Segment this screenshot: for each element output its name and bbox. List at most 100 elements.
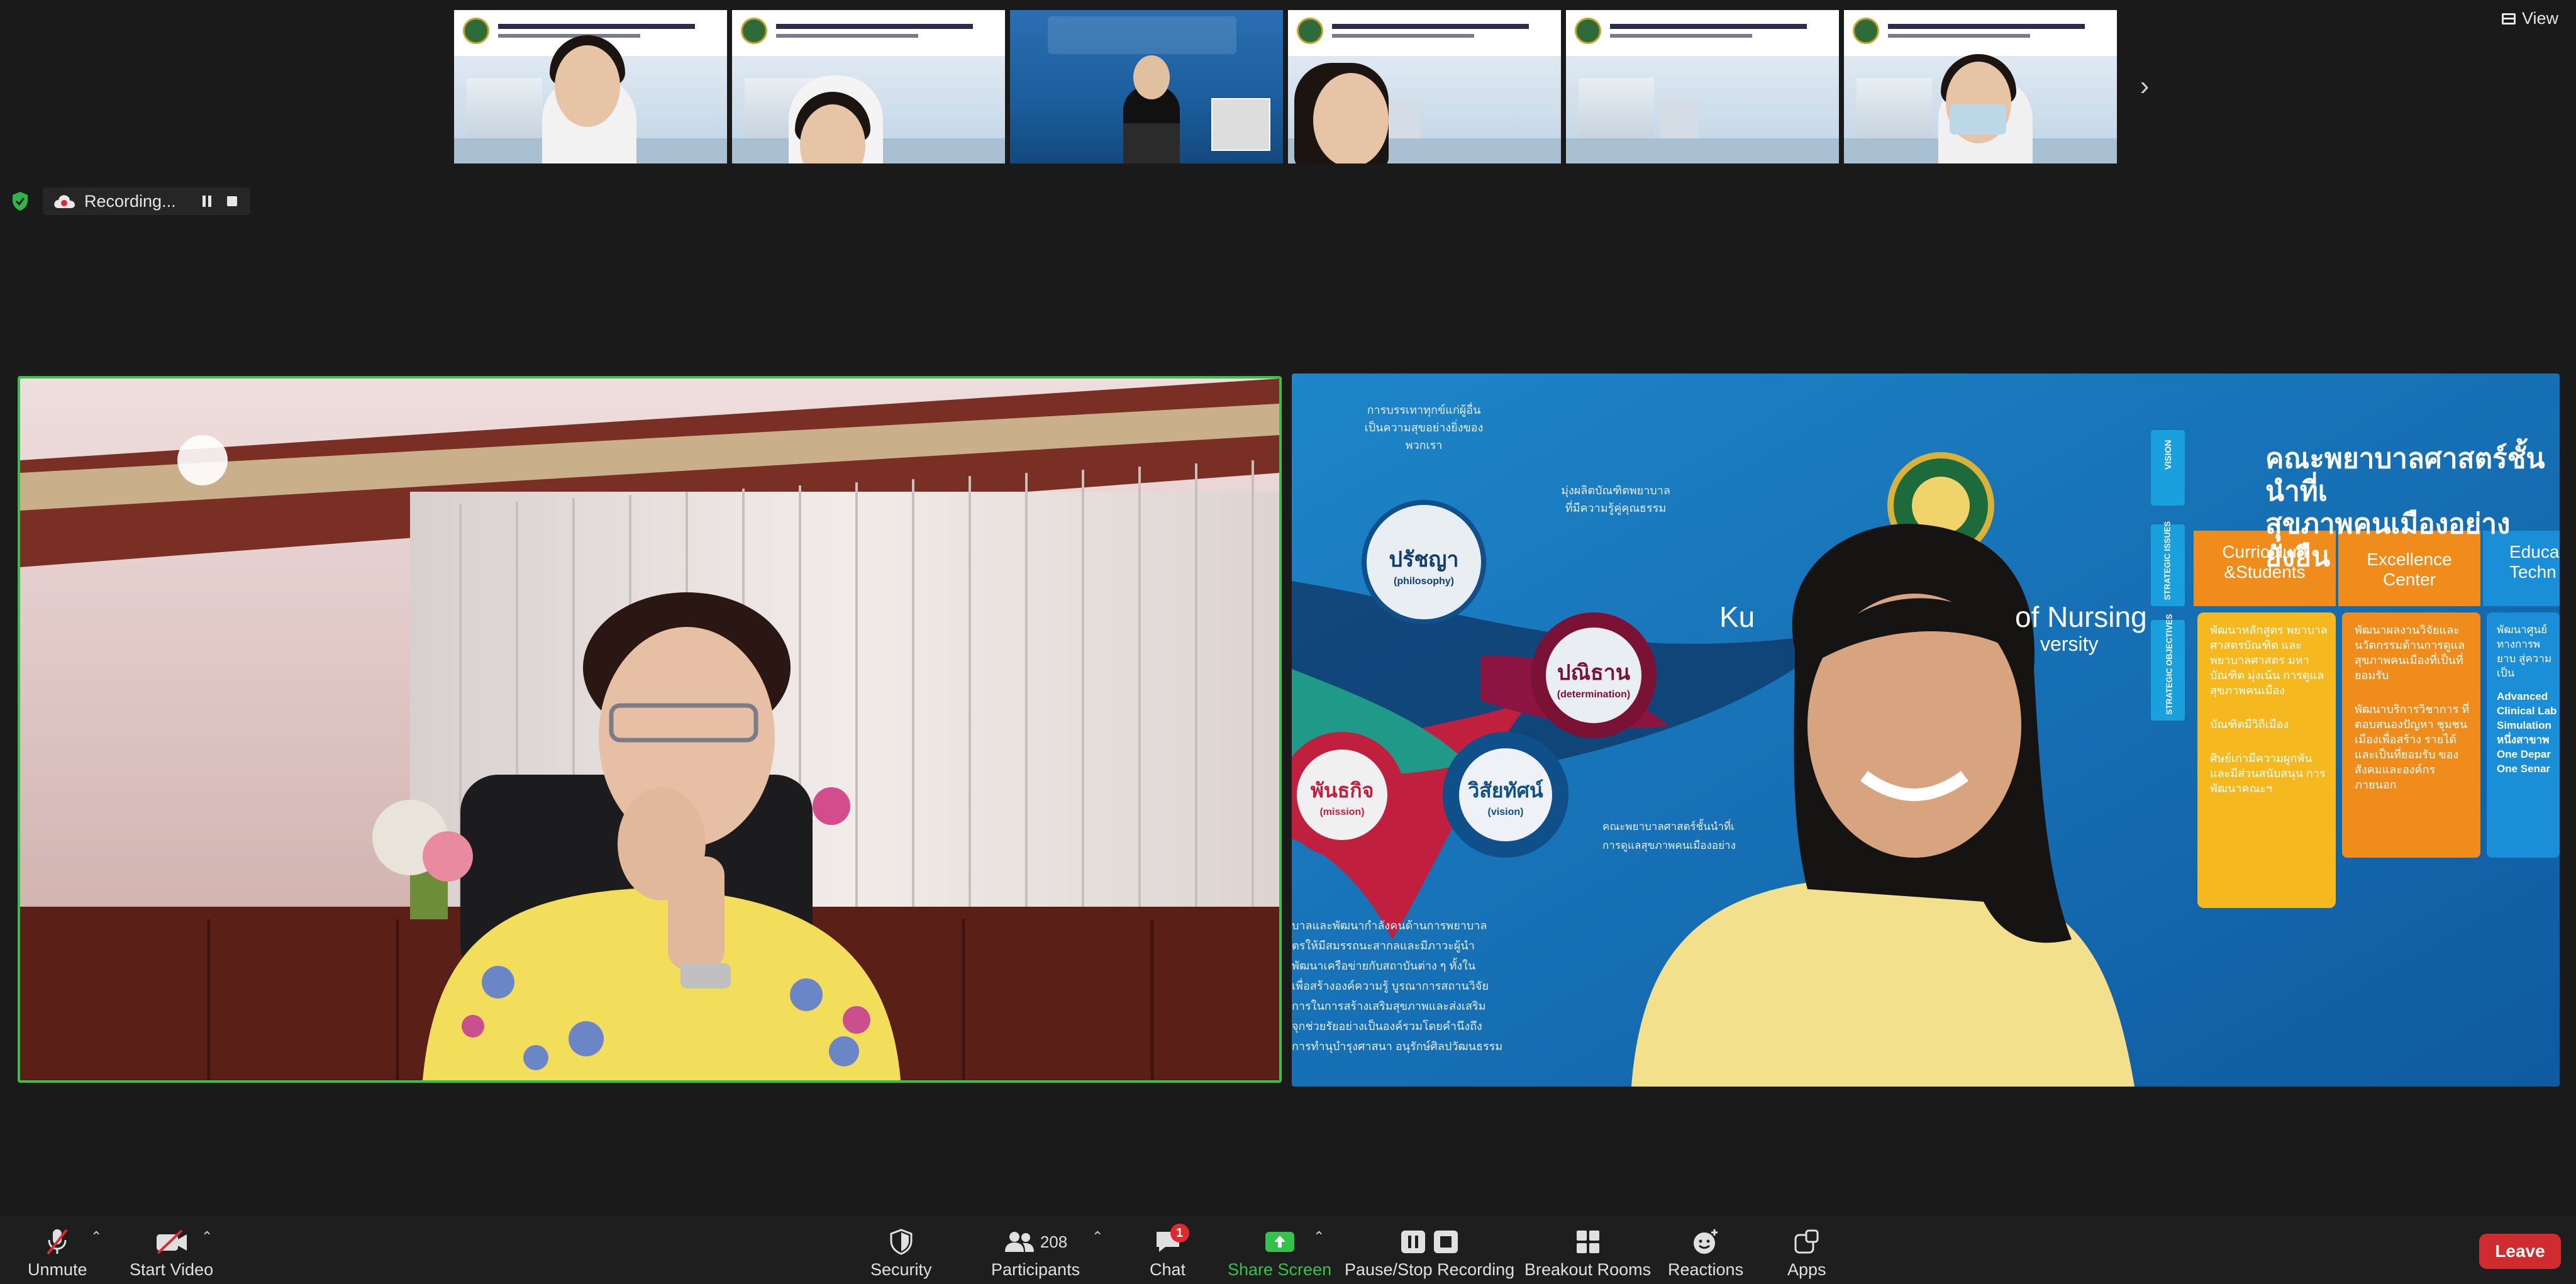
chat-button[interactable]: 1 Chat [1150, 1224, 1189, 1280]
slide-nursing-suffix: of Nursing [2015, 600, 2147, 633]
slide-circle-philosophy: ปรัชญา (philosophy) [1361, 542, 1487, 587]
active-speaker-video[interactable] [18, 376, 1282, 1083]
slide-vision-tab: VISION [2163, 440, 2173, 470]
circle-label-th: พันธกิจ [1310, 779, 1374, 802]
camera-off-icon [155, 1227, 188, 1256]
event-banner [1566, 10, 1839, 52]
security-button[interactable]: Security [870, 1227, 932, 1280]
view-grid-icon [2502, 13, 2516, 25]
breakout-rooms-button[interactable]: Breakout Rooms [1524, 1227, 1651, 1280]
circle-label-en: (philosophy) [1394, 576, 1454, 587]
poster [1211, 98, 1270, 151]
unmute-button[interactable]: Unmute [28, 1227, 87, 1280]
unmute-label: Unmute [28, 1260, 87, 1279]
participants-count: 208 [1040, 1232, 1068, 1251]
slide-mission-text: บาลและพัฒนากำลังคนด้านการพยาบาล ตรให้มีส… [1292, 916, 1506, 1056]
mission-line: การทำนุบำรุงศาสนา อนุรักษ์ศิลปวัฒนธรรม [1292, 1040, 1503, 1053]
mission-line: เพื่อสร้างองค์ความรู้ บูรณาการสถานวิจัย [1292, 980, 1489, 992]
caption-line: เป็นความสุขอย่างยิ่งของพวกเรา [1364, 421, 1484, 451]
circle-label-th: ปณิธาน [1557, 661, 1631, 685]
participant-thumbnail[interactable] [732, 10, 1005, 163]
participants-label: Participants [991, 1260, 1080, 1279]
apps-icon [1794, 1227, 1820, 1256]
audio-options-caret-icon[interactable]: ⌃ [91, 1230, 104, 1244]
participant-thumbnail[interactable] [1844, 10, 2117, 163]
stop-recording-icon[interactable] [224, 193, 240, 209]
pause-stop-recording-button[interactable]: Pause/Stop Recording [1345, 1227, 1514, 1280]
speaker-office-scene [20, 379, 1279, 1080]
strip-next-arrow-icon[interactable]: › [2132, 70, 2157, 102]
event-banner [1844, 10, 2117, 52]
slide-curriculum-item: บัณฑิตมีวิถีเมือง [2210, 718, 2289, 731]
pause-stop-recording-icons [1401, 1227, 1458, 1256]
circle-label-th: วิสัยทัศน์ [1468, 779, 1543, 802]
slide-nursing-prefix: Ku [1719, 600, 1755, 633]
city-backdrop [467, 78, 542, 138]
circle-label-en: (mission) [1319, 807, 1365, 817]
participant-thumbnail[interactable] [1566, 10, 1839, 163]
slide-caption-philosophy: การบรรเทาทุกข์แก่ผู้อื่น เป็นความสุขอย่า… [1355, 401, 1493, 454]
slide-column-curriculum: Curriculum &Students [2222, 542, 2307, 582]
stop-icon [1434, 1231, 1458, 1253]
encryption-shield-icon[interactable] [11, 191, 29, 211]
university-seal-icon [1575, 18, 1601, 44]
security-label: Security [870, 1260, 932, 1279]
cloud-recording-icon [54, 195, 75, 208]
participants-icon-group: 208 [1004, 1227, 1067, 1256]
slide-caption-determination: มุ่งผลิตบัณฑิตพยาบาล ที่มีความรู้คู่คุณธ… [1543, 482, 1688, 517]
participant-thumbnail[interactable] [1288, 10, 1561, 163]
pause-stop-recording-label: Pause/Stop Recording [1345, 1260, 1515, 1279]
breakout-rooms-icon [1575, 1227, 1601, 1256]
event-banner [1288, 10, 1561, 52]
participant-thumbnail[interactable] [454, 10, 727, 163]
caption-line: การบรรเทาทุกข์แก่ผู้อื่น [1367, 404, 1481, 416]
view-label: View [2522, 9, 2559, 28]
slide-curriculum-item: ศิษย์เก่ามีความผูกพัน และมีส่วนสนับสนุน … [2210, 752, 2326, 795]
leave-button[interactable]: Leave [2479, 1234, 2561, 1269]
circle-label-en: (determination) [1557, 689, 1631, 700]
pause-recording-icon[interactable] [199, 193, 215, 209]
reactions-smiley-icon [1692, 1227, 1719, 1256]
view-button[interactable]: View [2502, 9, 2558, 28]
university-seal-icon [741, 18, 767, 44]
mission-line: บาลและพัฒนากำลังคนด้านการพยาบาล [1292, 919, 1487, 932]
share-screen-icon [1264, 1227, 1296, 1256]
event-banner [732, 10, 1005, 52]
share-options-caret-icon[interactable]: ⌃ [1313, 1230, 1327, 1244]
slide-circle-vision: วิสัยทัศน์ (vision) [1443, 775, 1568, 818]
slide-column-education-tech: Educa Techn [2509, 542, 2560, 582]
caption-line: การดูแลสุขภาพคนเมืองอย่าง [1602, 839, 1736, 851]
slide-curriculum-items: พัฒนาหลักสูตร พยาบาลศาสตรบัณฑิต และพยาบา… [2210, 623, 2329, 796]
university-seal-icon [463, 18, 489, 44]
slide-title-line-1: คณะพยาบาลศาสตร์ชั้นนำที่เ [2265, 443, 2545, 507]
circle-label-en: (vision) [1487, 807, 1524, 817]
slide-column-excellence: Excellence Center [2367, 550, 2452, 589]
city-backdrop [1857, 78, 1932, 138]
reactions-label: Reactions [1668, 1260, 1744, 1279]
caption-line: คณะพยาบาลศาสตร์ชั้นนำที่เ [1602, 821, 1735, 833]
mission-line: การในการสร้างเสริมสุขภาพและส่งเสริม [1292, 1000, 1486, 1012]
participant-thumbnail[interactable] [1010, 10, 1283, 163]
stage-banner [1048, 16, 1236, 54]
university-seal-icon [1853, 18, 1879, 44]
chat-label: Chat [1150, 1260, 1186, 1279]
mission-line: จุกช่วยรัยอย่างเป็นองค์รวมโดยคำนึงถึง [1292, 1020, 1482, 1032]
slide-education-item: Advanced Clinical Lab Simulation หนึ่งสา… [2497, 690, 2557, 775]
video-options-caret-icon[interactable]: ⌃ [201, 1230, 215, 1244]
start-video-label: Start Video [130, 1260, 214, 1279]
slide-curriculum-item: พัฒนาหลักสูตร พยาบาลศาสตรบัณฑิต และพยาบา… [2210, 624, 2328, 697]
slide-university-suffix: versity [2040, 633, 2099, 655]
participants-caret-icon[interactable]: ⌃ [1092, 1230, 1106, 1244]
participants-button[interactable]: 208 Participants [991, 1227, 1080, 1280]
presentation-video[interactable]: คณะพยาบาลศาสตร์ชั้นนำที่เ สุขภาพคนเมืองอ… [1292, 374, 2560, 1087]
city-backdrop [1579, 78, 1654, 138]
participant-thumbnail-strip [454, 10, 2117, 163]
microphone-muted-icon [46, 1227, 69, 1256]
caption-line: ที่มีความรู้คู่คุณธรรม [1565, 502, 1667, 514]
slide-education-items: พัฒนาศูนย์ ทางการพยาบ สู่ความเป็น Advanc… [2497, 623, 2557, 776]
recording-pill: Recording... [43, 187, 250, 215]
reactions-button[interactable]: Reactions [1668, 1227, 1743, 1280]
podium [1123, 123, 1180, 163]
apps-button[interactable]: Apps [1787, 1227, 1826, 1280]
breakout-rooms-label: Breakout Rooms [1524, 1260, 1652, 1279]
